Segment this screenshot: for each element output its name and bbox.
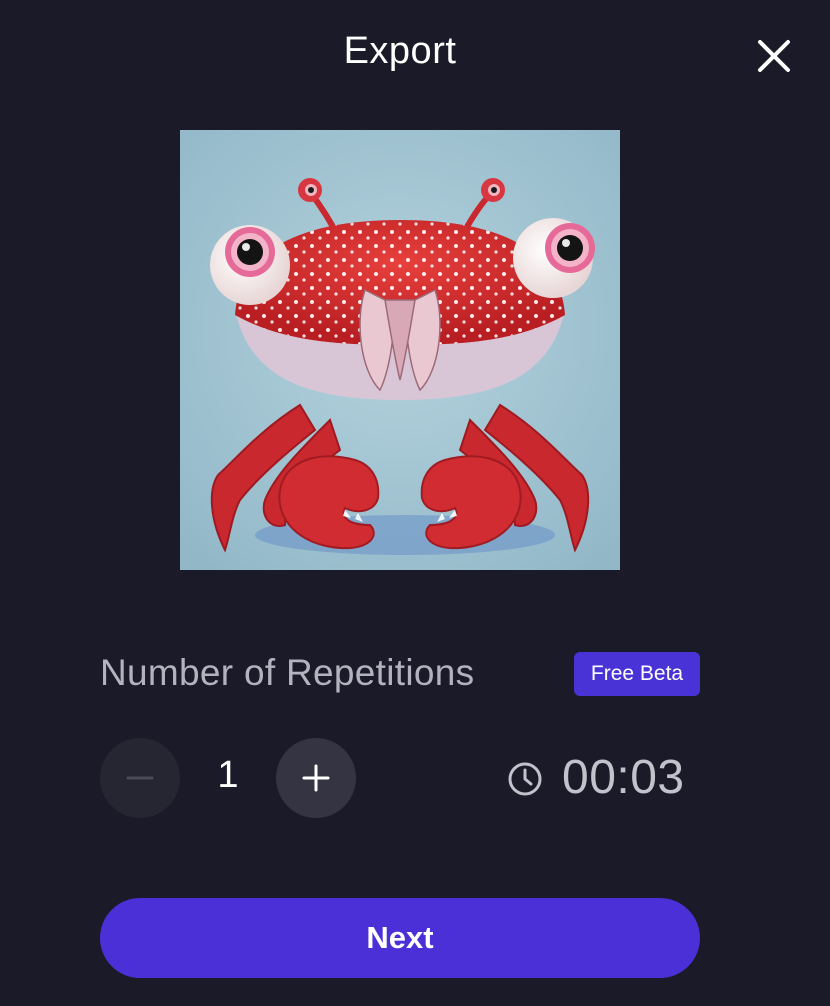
- dialog-title: Export: [343, 30, 457, 72]
- repetitions-label: Number of Repetitions: [100, 652, 475, 693]
- increment-button[interactable]: [276, 738, 356, 818]
- clock-icon: [508, 762, 542, 796]
- preview-image: [180, 130, 620, 570]
- close-icon: [758, 40, 790, 72]
- plus-icon: [302, 764, 330, 792]
- duration-value: 00:03: [562, 751, 685, 804]
- free-beta-badge: Free Beta: [574, 652, 700, 696]
- repetition-count: 1: [217, 754, 239, 796]
- crab-illustration: [180, 130, 620, 570]
- next-button[interactable]: Next: [100, 898, 700, 978]
- close-button[interactable]: [754, 36, 794, 76]
- decrement-button[interactable]: [100, 738, 180, 818]
- minus-icon: [126, 776, 154, 780]
